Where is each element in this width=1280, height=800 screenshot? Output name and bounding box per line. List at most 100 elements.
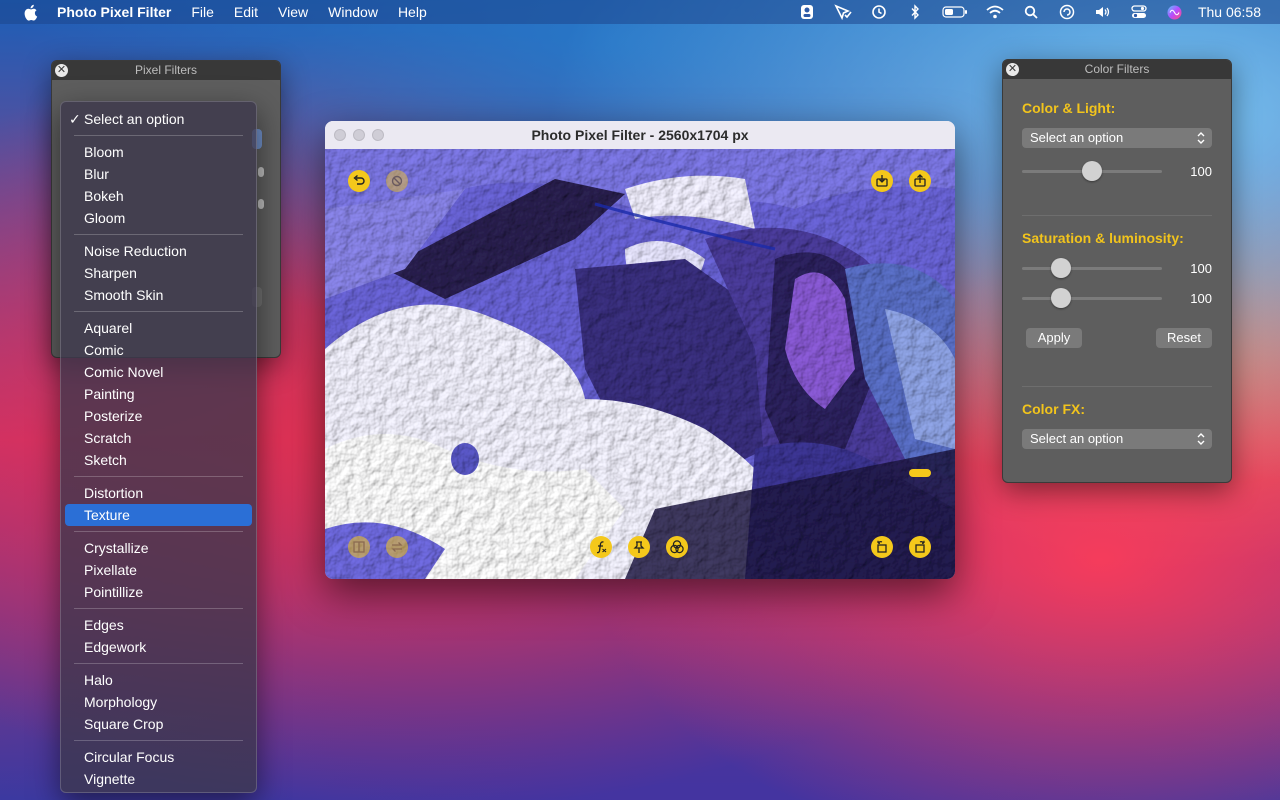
saturation-slider[interactable] <box>1022 258 1162 278</box>
dropdown-option-edges[interactable]: Edges <box>61 614 256 636</box>
pin-button[interactable] <box>628 536 650 558</box>
saturation-slider-knob[interactable] <box>1051 258 1072 278</box>
menu-file[interactable]: File <box>191 0 214 24</box>
dropdown-option-gloom[interactable]: Gloom <box>61 207 256 229</box>
color-fx-label: Color FX: <box>1022 401 1085 417</box>
luminosity-value: 100 <box>1190 291 1212 306</box>
photo-canvas[interactable] <box>325 149 955 579</box>
dropdown-option-halo[interactable]: Halo <box>61 669 256 691</box>
color-light-slider[interactable] <box>1022 161 1162 181</box>
dropdown-option-sketch[interactable]: Sketch <box>61 449 256 471</box>
dropdown-option-selected[interactable]: ✓ Select an option <box>61 108 256 130</box>
window-minimize-button[interactable] <box>353 129 365 141</box>
dropdown-option-texture[interactable]: Texture <box>65 504 252 526</box>
dropdown-option-posterize[interactable]: Posterize <box>61 405 256 427</box>
pixel-slider-edge-1[interactable] <box>258 167 264 177</box>
volume-icon[interactable] <box>1094 4 1112 20</box>
close-icon[interactable]: ✕ <box>55 64 68 77</box>
color-panel-title: Color Filters <box>1084 62 1150 76</box>
main-window: Photo Pixel Filter - 2560x1704 px <box>325 121 955 579</box>
compare-icon <box>353 541 365 553</box>
menu-edit[interactable]: Edit <box>234 0 258 24</box>
filter-dropdown-menu[interactable]: ✓ Select an option Bloom Blur Bokeh Gloom Nois… <box>60 101 257 793</box>
color-light-value: 100 <box>1190 164 1212 179</box>
window-zoom-button[interactable] <box>372 129 384 141</box>
pixel-panel-title: Pixel Filters <box>134 63 197 77</box>
user-badge-icon[interactable] <box>798 4 816 20</box>
dropdown-option-morphology[interactable]: Morphology <box>61 691 256 713</box>
dropdown-separator <box>74 531 243 532</box>
undo-button[interactable] <box>348 170 370 192</box>
search-icon[interactable] <box>1022 4 1040 20</box>
dropdown-option-distortion[interactable]: Distortion <box>61 482 256 504</box>
rotate-right-icon <box>915 540 925 553</box>
pixel-slider-edge-2[interactable] <box>258 199 264 209</box>
menu-app-name[interactable]: Photo Pixel Filter <box>57 0 171 24</box>
share-button[interactable] <box>909 170 931 192</box>
dropdown-option-square-crop[interactable]: Square Crop <box>61 713 256 735</box>
dropdown-option-bloom[interactable]: Bloom <box>61 141 256 163</box>
color-light-slider-knob[interactable] <box>1082 161 1102 181</box>
time-machine-icon[interactable] <box>870 4 888 20</box>
battery-icon[interactable] <box>942 4 968 20</box>
color-channels-button[interactable] <box>666 536 688 558</box>
dropdown-option-vignette[interactable]: Vignette <box>61 768 256 790</box>
dropdown-option-pointillize[interactable]: Pointillize <box>61 581 256 603</box>
function-button[interactable] <box>590 536 612 558</box>
compare-button[interactable] <box>348 536 370 558</box>
clock[interactable]: Thu 06:58 <box>1198 4 1261 20</box>
reset-button[interactable]: Reset <box>1156 328 1212 348</box>
dropdown-option-bokeh[interactable]: Bokeh <box>61 185 256 207</box>
color-filters-panel: ✕ Color Filters Color & Light: Select an… <box>1002 59 1232 483</box>
menu-view[interactable]: View <box>278 0 308 24</box>
dropdown-option-circular-focus[interactable]: Circular Focus <box>61 746 256 768</box>
status-area: Thu 06:58 <box>780 0 1280 24</box>
swap-button[interactable] <box>386 536 408 558</box>
redo-button[interactable] <box>386 170 408 192</box>
control-center-icon[interactable] <box>1130 4 1148 20</box>
dropdown-separator <box>74 234 243 235</box>
color-light-select-value: Select an option <box>1030 130 1124 145</box>
dropdown-separator <box>74 663 243 664</box>
wifi-icon[interactable] <box>986 4 1004 20</box>
checkmark-icon: ✓ <box>69 111 81 127</box>
luminosity-slider-knob[interactable] <box>1051 288 1072 308</box>
undo-icon <box>353 174 365 185</box>
luminosity-slider[interactable] <box>1022 288 1162 308</box>
dropdown-option-aquarel[interactable]: Aquarel <box>61 317 256 339</box>
color-circles-icon <box>670 540 684 554</box>
color-light-select[interactable]: Select an option <box>1022 128 1212 148</box>
import-icon <box>876 175 888 187</box>
rotate-right-button[interactable] <box>909 536 931 558</box>
dropdown-option-edgework[interactable]: Edgework <box>61 636 256 658</box>
menu-help[interactable]: Help <box>398 0 427 24</box>
dropdown-option-sharpen[interactable]: Sharpen <box>61 262 256 284</box>
menu-window[interactable]: Window <box>328 0 378 24</box>
screen-time-icon[interactable] <box>1058 4 1076 20</box>
share-icon <box>914 174 926 187</box>
close-icon[interactable]: ✕ <box>1006 63 1019 76</box>
rotate-left-button[interactable] <box>871 536 893 558</box>
function-icon <box>596 541 607 554</box>
apply-button[interactable]: Apply <box>1026 328 1082 348</box>
dropdown-option-smooth-skin[interactable]: Smooth Skin <box>61 284 256 306</box>
siri-icon[interactable] <box>1166 4 1184 20</box>
dropdown-option-noise-reduction[interactable]: Noise Reduction <box>61 240 256 262</box>
dropdown-option-painting[interactable]: Painting <box>61 383 256 405</box>
color-panel-titlebar: ✕ Color Filters <box>1003 60 1231 79</box>
color-fx-select[interactable]: Select an option <box>1022 429 1212 449</box>
dropdown-option-pixellate[interactable]: Pixellate <box>61 559 256 581</box>
bluetooth-icon[interactable] <box>906 4 924 20</box>
dropdown-option-comic[interactable]: Comic <box>61 339 256 361</box>
dropdown-separator <box>74 311 243 312</box>
rotate-left-icon <box>877 540 887 553</box>
dropdown-option-scratch[interactable]: Scratch <box>61 427 256 449</box>
import-button[interactable] <box>871 170 893 192</box>
dropdown-option-crystallize[interactable]: Crystallize <box>61 537 256 559</box>
window-close-button[interactable] <box>334 129 346 141</box>
cursor-check-icon[interactable] <box>834 4 852 20</box>
apple-icon[interactable] <box>22 4 38 21</box>
side-toggle-handle[interactable] <box>909 469 931 477</box>
dropdown-option-blur[interactable]: Blur <box>61 163 256 185</box>
dropdown-option-comic-novel[interactable]: Comic Novel <box>61 361 256 383</box>
